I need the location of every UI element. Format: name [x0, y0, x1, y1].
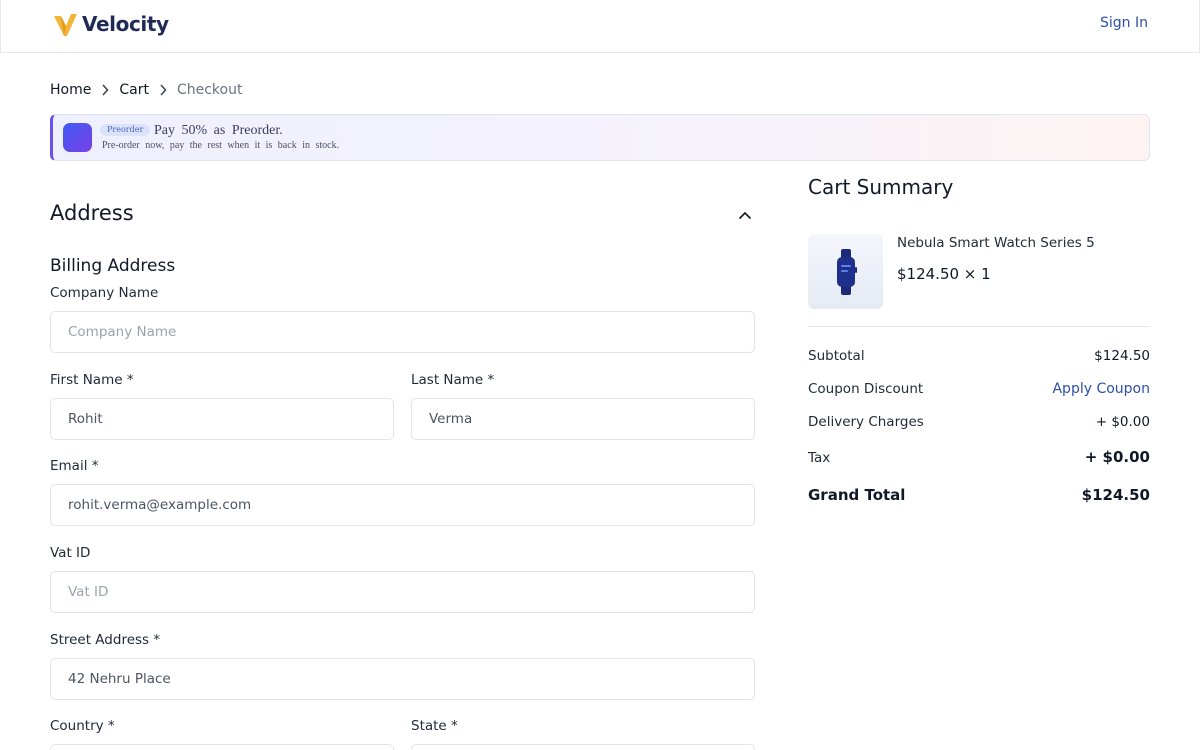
- collapse-address-button[interactable]: [734, 204, 756, 226]
- billing-address-title: Billing Address: [50, 256, 176, 276]
- state-label: State *: [411, 718, 458, 734]
- cart-summary-title: Cart Summary: [808, 175, 954, 199]
- company-name-label: Company Name: [50, 285, 159, 301]
- email-input[interactable]: [50, 484, 755, 526]
- grand-total-row: Grand Total $124.50: [808, 486, 1150, 504]
- tax-label: Tax: [808, 450, 831, 466]
- vat-id-label: Vat ID: [50, 545, 91, 561]
- first-name-input[interactable]: [50, 398, 394, 440]
- chevron-up-icon: [738, 211, 752, 219]
- delivery-charges-value: + $0.00: [1095, 414, 1150, 430]
- coupon-discount-label: Coupon Discount: [808, 381, 924, 397]
- email-label: Email *: [50, 458, 99, 474]
- grand-total-label: Grand Total: [808, 486, 906, 504]
- address-section-title: Address: [50, 201, 134, 225]
- summary-divider: [808, 326, 1150, 327]
- delivery-row: Delivery Charges + $0.00: [808, 414, 1150, 430]
- breadcrumb-checkout: Checkout: [176, 82, 243, 98]
- preorder-subtitle: Pre-order now, pay the rest when it is b…: [102, 140, 340, 151]
- tax-row: Tax + $0.00: [808, 448, 1150, 466]
- preorder-product-thumbnail: [63, 123, 92, 152]
- sign-in-link[interactable]: Sign In: [1100, 15, 1148, 31]
- brand-name: Velocity: [82, 12, 169, 36]
- last-name-label: Last Name *: [411, 372, 495, 388]
- preorder-banner: Preorder Pay 50% as Preorder. Pre-order …: [50, 114, 1150, 161]
- chevron-right-icon: [91, 82, 119, 98]
- subtotal-row: Subtotal $124.50: [808, 348, 1150, 364]
- state-select[interactable]: [411, 744, 755, 750]
- grand-total-value: $124.50: [1081, 486, 1150, 504]
- product-name[interactable]: Nebula Smart Watch Series 5: [897, 235, 1095, 251]
- country-label: Country *: [50, 718, 115, 734]
- preorder-badge: Preorder: [100, 124, 151, 136]
- street-address-label: Street Address *: [50, 632, 161, 648]
- coupon-row: Coupon Discount Apply Coupon: [808, 381, 1150, 397]
- product-image: [808, 234, 883, 309]
- first-name-label: First Name *: [50, 372, 134, 388]
- company-name-input[interactable]: [50, 311, 755, 353]
- velocity-logo-icon: [54, 14, 77, 36]
- tax-value: + $0.00: [1084, 448, 1150, 466]
- subtotal-value: $124.50: [1094, 348, 1150, 364]
- breadcrumb-home[interactable]: Home: [50, 82, 91, 98]
- country-select[interactable]: [50, 744, 394, 750]
- delivery-charges-label: Delivery Charges: [808, 414, 924, 430]
- product-price-quantity: $124.50 × 1: [897, 265, 991, 283]
- top-header: Velocity Sign In: [0, 0, 1200, 53]
- preorder-title: Pay 50% as Preorder.: [154, 123, 283, 138]
- smartwatch-icon: [836, 248, 857, 295]
- vat-id-input[interactable]: [50, 571, 755, 613]
- last-name-input[interactable]: [411, 398, 755, 440]
- street-address-input[interactable]: [50, 658, 755, 700]
- chevron-right-icon: [149, 82, 177, 98]
- apply-coupon-link[interactable]: Apply Coupon: [1052, 381, 1150, 397]
- breadcrumb-cart[interactable]: Cart: [119, 82, 149, 98]
- breadcrumb: Home Cart Checkout: [50, 82, 242, 98]
- subtotal-label: Subtotal: [808, 348, 865, 364]
- brand-logo[interactable]: Velocity: [52, 11, 169, 37]
